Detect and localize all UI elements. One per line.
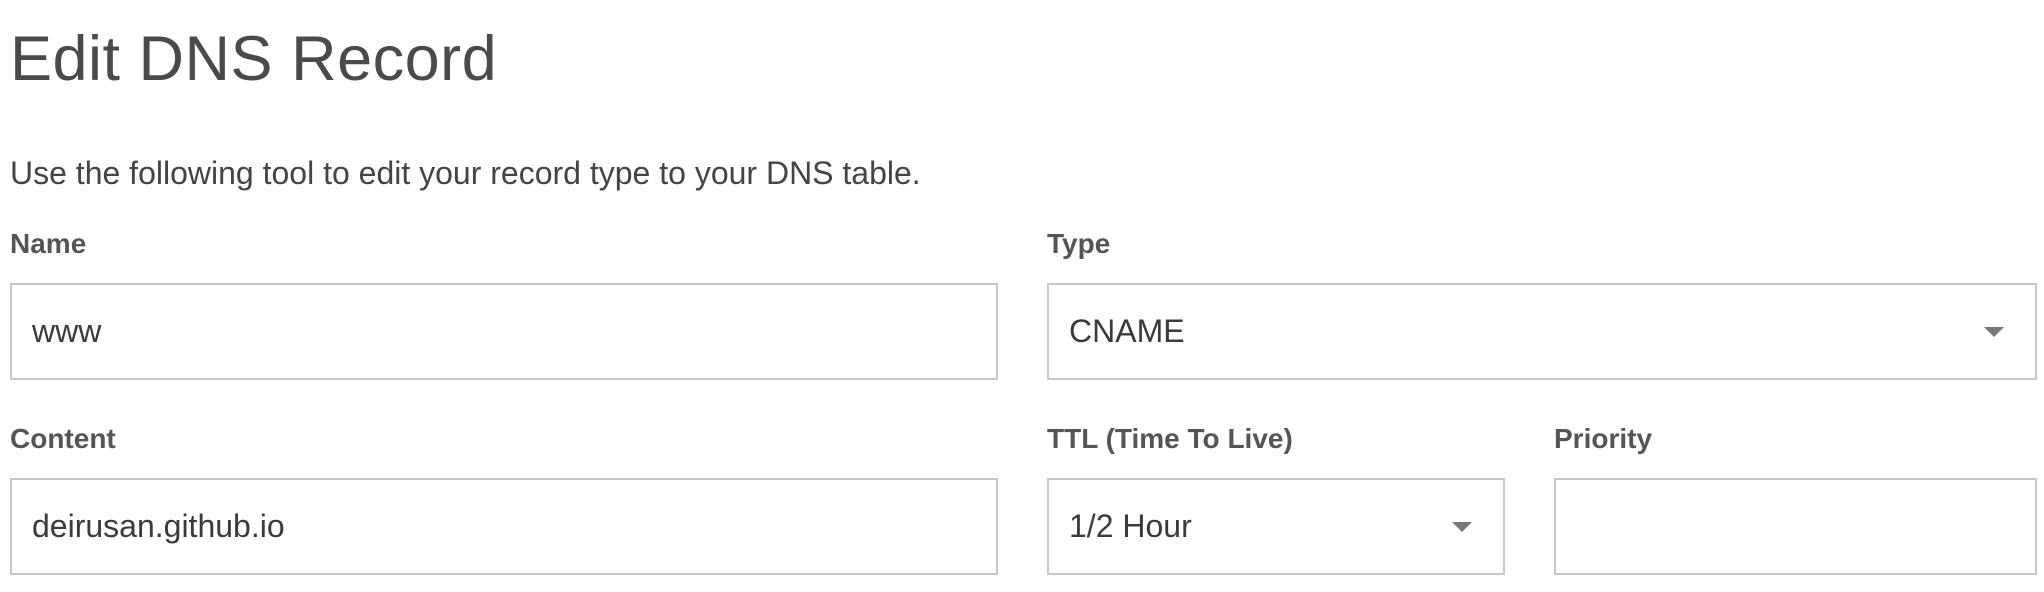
priority-label: Priority — [1554, 423, 1653, 454]
priority-input[interactable] — [1554, 478, 2037, 575]
type-select-value: CNAME — [1069, 313, 1185, 349]
type-label: Type — [1047, 228, 1111, 259]
ttl-select-value: 1/2 Hour — [1069, 508, 1192, 544]
content-input-value: deirusan.github.io — [32, 508, 285, 544]
name-label: Name — [10, 228, 87, 259]
name-input[interactable]: www — [10, 283, 998, 380]
name-input-value: www — [32, 313, 102, 349]
ttl-label: TTL (Time To Live) — [1047, 423, 1293, 454]
ttl-select[interactable]: 1/2 Hour — [1047, 478, 1505, 575]
content-input[interactable]: deirusan.github.io — [10, 478, 998, 575]
page-description: Use the following tool to edit your reco… — [10, 155, 921, 191]
content-label: Content — [10, 423, 116, 454]
type-select[interactable]: CNAME — [1047, 283, 2037, 380]
chevron-down-icon — [1452, 521, 1472, 532]
page-title: Edit DNS Record — [10, 24, 498, 94]
chevron-down-icon — [1984, 326, 2004, 337]
